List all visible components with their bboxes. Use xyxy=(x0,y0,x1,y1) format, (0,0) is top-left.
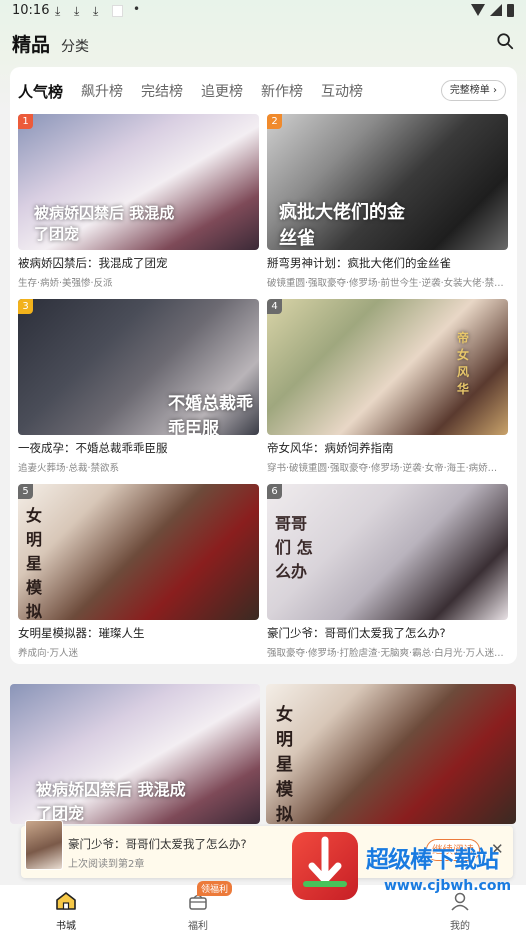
book-cover[interactable]: 1 被病娇囚禁后 我混成了团宠 xyxy=(18,114,259,250)
site-watermark: 超级棒下载站 www.cjbwh.com xyxy=(292,832,524,906)
feed-book-cover[interactable]: 女明星模拟器 xyxy=(266,684,516,824)
book-tags: 穿书·破镜重圆·强取豪夺·修罗场·逆袭·女帝·海王·病娇… xyxy=(267,463,498,474)
book-title: 掰弯男神计划：疯批大佬们的金丝雀 xyxy=(267,256,451,270)
book-title: 帝女风华：病娇饲养指南 xyxy=(267,441,394,455)
tab-rising[interactable]: 飙升榜 xyxy=(81,81,123,102)
book-tags: 养成向·万人迷 xyxy=(18,648,79,659)
ranking-card: 人气榜 飙升榜 完结榜 追更榜 新作榜 互动榜 完整榜单 › 1 被病娇囚禁后 … xyxy=(10,67,517,664)
status-time: 10:16 xyxy=(12,3,50,18)
tab-new[interactable]: 新作榜 xyxy=(261,81,303,102)
book-cover[interactable]: 6 哥哥们 怎么办 xyxy=(267,484,508,620)
full-rank-button[interactable]: 完整榜单 › xyxy=(440,80,506,101)
search-icon[interactable] xyxy=(496,32,514,50)
cover-title: 帝女风华 xyxy=(457,331,470,396)
toast-subtitle: 上次阅读到第2章 xyxy=(68,859,145,870)
cover-title: 女明星模拟器 xyxy=(276,705,293,824)
cover-title: 不婚总裁乖乖臣服 xyxy=(168,394,253,435)
rank-badge: 4 xyxy=(267,299,282,314)
rank-item[interactable]: 4 帝女风华 帝女风华：病娇饲养指南 穿书·破镜重圆·强取豪夺·修罗场·逆袭·女… xyxy=(267,299,508,474)
rank-item[interactable]: 5 女明星模拟器 女明星模拟器：璀璨人生 养成向·万人迷 xyxy=(18,484,259,659)
notification-icon xyxy=(112,5,123,17)
rank-badge: 1 xyxy=(18,114,33,129)
nav-label: 书城 xyxy=(56,921,76,932)
rank-badge: 5 xyxy=(18,484,33,499)
watermark-logo xyxy=(292,832,358,900)
book-cover[interactable]: 3 不婚总裁乖乖臣服 xyxy=(18,299,259,435)
watermark-text: 超级棒下载站 xyxy=(366,847,499,873)
signal-icon xyxy=(490,4,502,16)
tab-popular[interactable]: 人气榜 xyxy=(18,81,63,102)
watermark-url: www.cjbwh.com xyxy=(384,878,512,894)
book-thumbnail xyxy=(25,820,63,870)
rank-item[interactable]: 6 哥哥们 怎么办 豪门少爷：哥哥们太爱我了怎么办? 强取豪夺·修罗场·打脸虐渣… xyxy=(267,484,508,659)
rank-item[interactable]: 2 疯批大佬们的金丝雀 掰弯男神计划：疯批大佬们的金丝雀 破镜重圆·强取豪夺·修… xyxy=(267,114,508,289)
book-cover[interactable]: 5 女明星模拟器 xyxy=(18,484,259,620)
cover-title: 被病娇囚禁后 我混成了团宠 xyxy=(36,780,186,823)
nav-bookstore[interactable]: 书城 xyxy=(36,891,96,932)
book-tags: 追妻火葬场·总裁·禁欲系 xyxy=(18,463,120,474)
rank-item[interactable]: 3 不婚总裁乖乖臣服 一夜成孕：不婚总裁乖乖臣服 追妻火葬场·总裁·禁欲系 xyxy=(18,299,259,474)
tab-following[interactable]: 追更榜 xyxy=(201,81,243,102)
download-icon: ⤓ xyxy=(55,4,61,18)
status-dot: • xyxy=(133,2,141,16)
home-icon xyxy=(56,892,76,910)
download-icon: ⤓ xyxy=(74,4,80,18)
cover-title: 疯批大佬们的金丝雀 xyxy=(279,202,405,249)
download-icon: ⤓ xyxy=(93,4,99,18)
wifi-icon xyxy=(471,4,485,16)
book-title: 被病娇囚禁后：我混成了团宠 xyxy=(18,256,168,270)
nav-label: 福利 xyxy=(188,921,208,932)
status-bar: 10:16 ⤓ ⤓ ⤓ • xyxy=(0,0,526,24)
toast-title: 豪门少爷：哥哥们太爱我了怎么办? xyxy=(68,837,247,851)
tab-category[interactable]: 分类 xyxy=(61,36,89,56)
rank-tabs: 人气榜 飙升榜 完结榜 追更榜 新作榜 互动榜 xyxy=(18,81,363,102)
rank-badge: 3 xyxy=(18,299,33,314)
top-nav: 精品 分类 xyxy=(0,28,526,62)
tab-interactive[interactable]: 互动榜 xyxy=(321,81,363,102)
cover-title: 被病娇囚禁后 我混成了团宠 xyxy=(34,204,175,243)
rank-item[interactable]: 1 被病娇囚禁后 我混成了团宠 被病娇囚禁后：我混成了团宠 生存·病娇·美强惨·… xyxy=(18,114,259,289)
book-tags: 破镜重圆·强取豪夺·修罗场·前世今生·逆袭·女装大佬·禁… xyxy=(267,278,504,289)
cover-title: 女明星模拟器 xyxy=(26,506,43,620)
system-icons xyxy=(471,4,514,17)
book-title: 一夜成孕：不婚总裁乖乖臣服 xyxy=(18,441,168,455)
book-tags: 强取豪夺·修罗场·打脸虐渣·无脑爽·霸总·白月光·万人迷… xyxy=(267,648,504,659)
nav-welfare[interactable]: 福利 xyxy=(168,891,228,932)
feed-book-cover[interactable]: 被病娇囚禁后 我混成了团宠 xyxy=(10,684,260,824)
book-cover[interactable]: 2 疯批大佬们的金丝雀 xyxy=(267,114,508,250)
battery-icon xyxy=(507,4,514,17)
nav-label: 我的 xyxy=(450,921,470,932)
book-title: 豪门少爷：哥哥们太爱我了怎么办? xyxy=(267,626,446,640)
book-cover[interactable]: 4 帝女风华 xyxy=(267,299,508,435)
welfare-badge: 领福利 xyxy=(197,881,233,896)
book-title: 女明星模拟器：璀璨人生 xyxy=(18,626,145,640)
cover-title: 哥哥们 怎么办 xyxy=(275,514,313,581)
rank-badge: 6 xyxy=(267,484,282,499)
book-tags: 生存·病娇·美强惨·反派 xyxy=(18,278,113,289)
tab-featured[interactable]: 精品 xyxy=(12,30,50,57)
tab-completed[interactable]: 完结榜 xyxy=(141,81,183,102)
rank-badge: 2 xyxy=(267,114,282,129)
